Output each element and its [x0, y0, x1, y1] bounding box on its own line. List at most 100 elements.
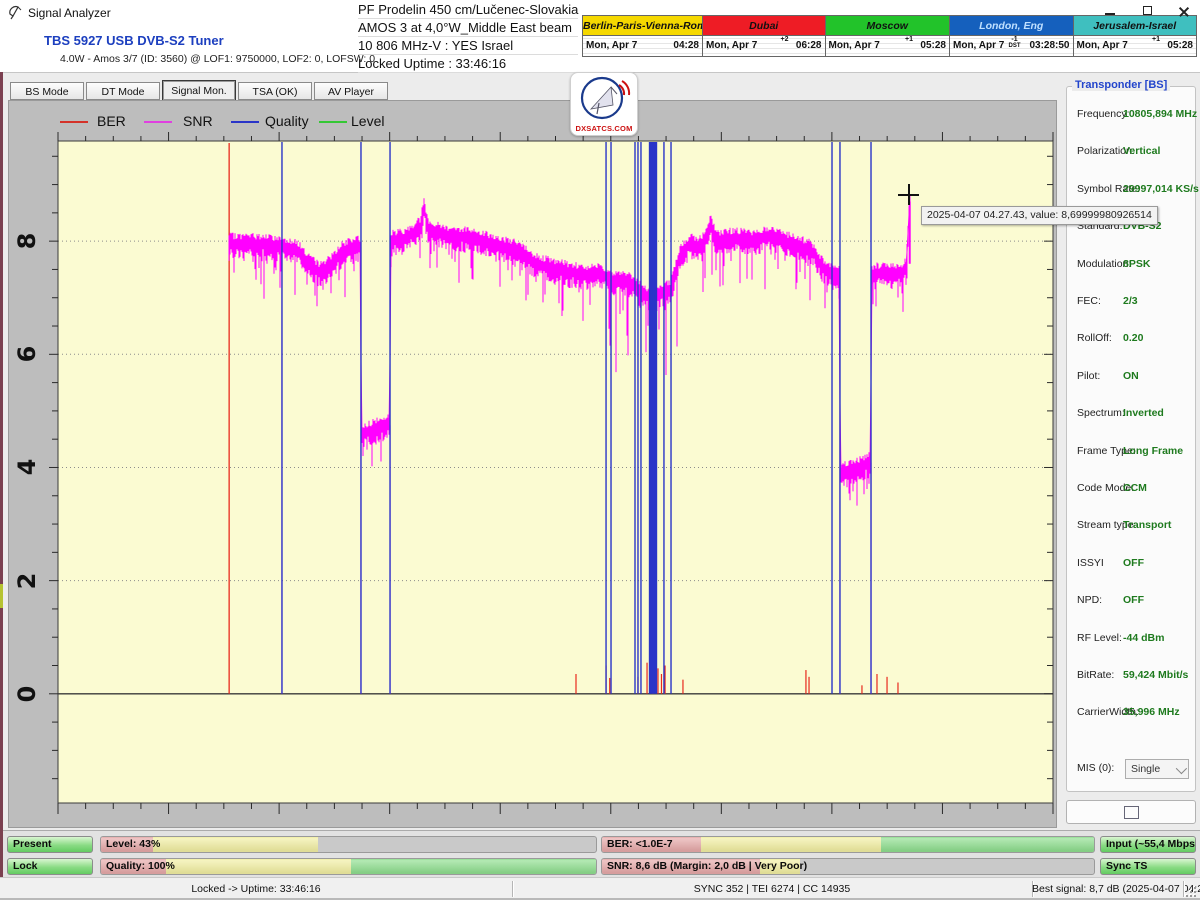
- tab-av-player[interactable]: AV Player: [314, 82, 388, 100]
- signal-analyzer-window: Signal Analyzer TBS 5927 USB DVB-S2 Tune…: [0, 0, 1200, 900]
- transponder-row-value: Transport: [1123, 519, 1171, 531]
- clock-value: Mon, Apr 7 +1 05:28: [1074, 36, 1197, 56]
- y-tick-label: 6: [13, 339, 43, 369]
- right-capsule: Sync TS: [1100, 858, 1196, 875]
- world-clocks: Berlin-Paris-Vienna-Roma Mon, Apr 7 04:28 D…: [582, 15, 1197, 57]
- ber-snr-bar: BER: <1.0E-7: [601, 836, 1095, 853]
- transponder-row-label: ISSYI: [1077, 557, 1104, 569]
- status-sync-counters: SYNC 352 | TEI 6274 | CC 14935: [512, 878, 1032, 900]
- transponder-row-label: RF Level:: [1077, 632, 1122, 644]
- transponder-row-value: OFF: [1123, 594, 1144, 606]
- status-bar: Locked -> Uptime: 33:46:16 SYNC 352 | TE…: [0, 877, 1200, 900]
- transponder-row-label: RollOff:: [1077, 332, 1112, 344]
- transponder-row-value: 2/3: [1123, 295, 1138, 307]
- bar-segment-yellow: [166, 859, 351, 874]
- y-tick-label: 0: [13, 679, 43, 709]
- transponder-row-value: Long Frame: [1123, 445, 1183, 457]
- tab-dt-mode[interactable]: DT Mode: [86, 82, 160, 100]
- tab-bs-mode[interactable]: BS Mode: [10, 82, 84, 100]
- bar-segment-yellow: [153, 837, 318, 852]
- y-tick-label: 4: [13, 452, 43, 482]
- transponder-title: Transponder [BS]: [1072, 79, 1170, 91]
- satellite-dish-icon: [571, 73, 637, 123]
- window-left-border: [0, 72, 3, 877]
- bar-segment-yellow: [701, 837, 881, 852]
- transponder-row-value: 8PSK: [1123, 258, 1150, 270]
- value-tooltip: 2025-04-07 04.27.43, value: 8,6999998092…: [921, 206, 1158, 225]
- status-uptime: Locked -> Uptime: 33:46:16: [0, 878, 512, 900]
- level-quality-bar: Quality: 100%: [100, 858, 597, 875]
- status-indicator-bars: PresentLevel: 43%BER: <1.0E-7Input (~55,…: [0, 830, 1200, 878]
- transponder-row-value: ON: [1123, 370, 1139, 382]
- station-info-block: PF Prodelin 450 cm/Lučenec-SlovakiaAMOS …: [358, 1, 578, 73]
- clock-cell: London, Eng Mon, Apr 7 -1DST 03:28:50: [950, 16, 1074, 56]
- clock-date: Mon, Apr 7: [953, 40, 1004, 51]
- transponder-row-label: NPD:: [1077, 594, 1102, 606]
- signal-plot[interactable]: [46, 129, 1065, 819]
- clock-city: Berlin-Paris-Vienna-Roma: [583, 16, 702, 36]
- tab-signal-mon-[interactable]: Signal Mon.: [162, 80, 236, 101]
- legend-line-snr: [144, 121, 172, 123]
- maximize-button[interactable]: [1138, 3, 1160, 19]
- clock-value: Mon, Apr 7 04:28: [583, 36, 702, 56]
- bar-segment-green: [881, 837, 1095, 852]
- legend-label: BER: [97, 113, 126, 129]
- transponder-row-label: BitRate:: [1077, 669, 1114, 681]
- legend-label: SNR: [183, 113, 213, 129]
- mis-dropdown[interactable]: Single: [1125, 759, 1189, 779]
- clock-time: 04:28: [673, 40, 699, 51]
- legend-line-level: [319, 121, 347, 123]
- log-table-button[interactable]: [1066, 800, 1196, 824]
- clock-city: Moscow: [826, 16, 950, 36]
- transponder-row-value: CCM: [1123, 482, 1147, 494]
- clock-date: Mon, Apr 7: [829, 40, 880, 51]
- clock-city: Dubai: [703, 16, 825, 36]
- clock-utc-offset: +2: [781, 37, 789, 43]
- legend-line-ber: [60, 121, 88, 123]
- transponder-row-label: Pilot:: [1077, 370, 1100, 382]
- y-tick-label: 8: [13, 226, 43, 256]
- signal-chart-panel: BER SNR Quality Level 8 6 4 2 0: [8, 100, 1057, 828]
- transponder-row-value: 59,424 Mbit/s: [1123, 669, 1188, 681]
- app-satellite-icon: [8, 5, 23, 20]
- clock-utc-offset: +1: [1152, 37, 1160, 43]
- desktop-artifact: [0, 584, 3, 608]
- clock-value: Mon, Apr 7 -1DST 03:28:50: [950, 36, 1073, 56]
- close-button[interactable]: [1174, 3, 1196, 19]
- maximize-icon: [1143, 6, 1152, 15]
- tab-tsa-ok-[interactable]: TSA (OK): [238, 82, 312, 100]
- clock-time: 05:28: [920, 40, 946, 51]
- station-info-line: PF Prodelin 450 cm/Lučenec-Slovakia: [358, 1, 578, 19]
- transponder-row-value: 29997,014 KS/s: [1123, 183, 1199, 195]
- clock-date: Mon, Apr 7: [706, 40, 757, 51]
- tuner-details: 4.0W - Amos 3/7 (ID: 3560) @ LOF1: 97500…: [60, 53, 375, 65]
- indicator-capsule: Lock: [7, 858, 93, 875]
- mis-label: MIS (0):: [1077, 762, 1114, 774]
- transponder-row-value: Vertical: [1123, 145, 1160, 157]
- clock-time: 03:28:50: [1029, 40, 1069, 51]
- clock-cell: MoscowMon, Apr 7+105:28: [826, 16, 951, 56]
- transponder-row-value: 35,996 MHz: [1123, 706, 1180, 718]
- logo-text: DXSATCS.COM: [571, 124, 637, 133]
- bar-label: Quality: 100%: [106, 859, 175, 874]
- transponder-row-value: -44 dBm: [1123, 632, 1164, 644]
- clock-date: Mon, Apr 7: [1077, 40, 1128, 51]
- status-best-signal: Best signal: 8,7 dB (2025-04-07 04:23): [1032, 878, 1182, 900]
- minimize-button[interactable]: [1100, 3, 1122, 19]
- bar-label: BER: <1.0E-7: [607, 837, 673, 852]
- ber-snr-bar: SNR: 8,6 dB (Margin: 2,0 dB | Very Poor): [601, 858, 1095, 875]
- clock-value: Mon, Apr 7+206:28: [703, 36, 825, 56]
- legend-label: Level: [351, 113, 384, 129]
- transponder-groupbox: Frequency:10805,894 MHzPolarization:Vert…: [1066, 86, 1196, 792]
- clock-city: London, Eng: [950, 16, 1073, 36]
- clock-date: Mon, Apr 7: [586, 40, 637, 51]
- clock-time: 05:28: [1167, 40, 1193, 51]
- station-info-line: Locked Uptime : 33:46:16: [358, 55, 578, 73]
- y-tick-label: 2: [13, 566, 43, 596]
- bar-label: Level: 43%: [106, 837, 160, 852]
- right-capsule: Input (~55,4 Mbps): [1100, 836, 1196, 853]
- transponder-row-label: Frequency:: [1077, 108, 1130, 120]
- tuner-name: TBS 5927 USB DVB-S2 Tuner: [44, 33, 224, 48]
- legend-label: Quality: [265, 113, 309, 129]
- clock-utc-offset: -1DST: [1009, 37, 1021, 49]
